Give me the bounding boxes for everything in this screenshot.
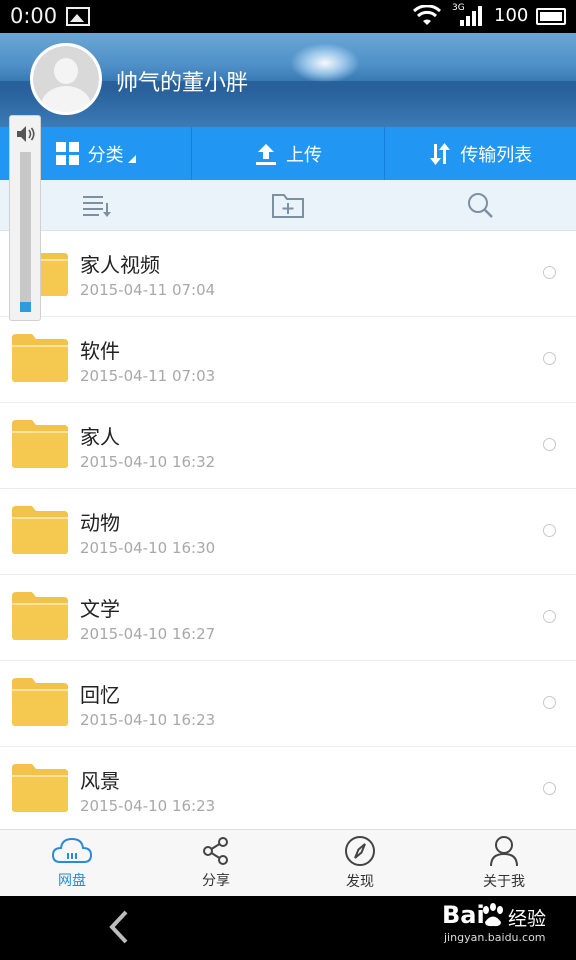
file-name: 家人 xyxy=(80,425,120,449)
select-radio[interactable] xyxy=(543,266,556,279)
select-radio[interactable] xyxy=(543,438,556,451)
list-item[interactable]: 动物 2015-04-10 16:30 xyxy=(0,489,576,575)
select-radio[interactable] xyxy=(543,524,556,537)
tab-label: 关于我 xyxy=(483,874,525,890)
tab-label: 分享 xyxy=(202,873,230,889)
folder-icon xyxy=(12,592,68,640)
file-name: 软件 xyxy=(80,339,120,363)
file-list: 家人视频 2015-04-11 07:04 软件 2015-04-11 07:0… xyxy=(0,231,576,831)
folder-icon xyxy=(12,764,68,812)
person-icon xyxy=(490,836,518,867)
file-toolbar xyxy=(0,180,576,231)
baidu-jingyan-watermark: Bai 经验 jingyan.baidu.com xyxy=(440,899,576,949)
file-name: 文学 xyxy=(80,597,120,621)
list-item[interactable]: 文学 2015-04-10 16:27 xyxy=(0,575,576,661)
file-date: 2015-04-10 16:32 xyxy=(80,453,216,471)
folder-icon xyxy=(12,506,68,554)
file-date: 2015-04-11 07:04 xyxy=(80,281,216,299)
watermark-url: jingyan.baidu.com xyxy=(444,931,546,944)
status-time: 0:00 xyxy=(10,4,58,28)
username: 帅气的董小胖 xyxy=(116,71,249,96)
share-icon xyxy=(203,837,228,865)
select-radio[interactable] xyxy=(543,696,556,709)
search-icon xyxy=(468,193,493,218)
wifi-icon xyxy=(412,5,442,25)
volume-slider[interactable] xyxy=(20,152,31,312)
select-radio[interactable] xyxy=(543,610,556,623)
sort-list-icon xyxy=(83,196,111,217)
image-notification-icon xyxy=(66,7,90,26)
transfer-list-label: 传输列表 xyxy=(460,144,533,166)
list-item[interactable]: 回忆 2015-04-10 16:23 xyxy=(0,661,576,747)
tab-label: 网盘 xyxy=(58,873,86,889)
search-button[interactable] xyxy=(384,180,576,230)
tab-netdisk[interactable]: 网盘 xyxy=(0,830,144,896)
list-item[interactable]: 家人视频 2015-04-11 07:04 xyxy=(0,231,576,317)
file-date: 2015-04-11 07:03 xyxy=(80,367,216,385)
folder-icon xyxy=(12,420,68,468)
bottom-tab-bar: 网盘 分享 发现 关于我 xyxy=(0,829,576,896)
transfer-list-button[interactable]: 传输列表 xyxy=(385,127,576,180)
category-label: 分类 xyxy=(87,144,124,166)
folder-icon xyxy=(12,678,68,726)
select-radio[interactable] xyxy=(543,782,556,795)
file-name: 风景 xyxy=(80,769,120,793)
dropdown-triangle-icon xyxy=(127,154,136,163)
battery-icon xyxy=(536,8,566,25)
list-item[interactable]: 软件 2015-04-11 07:03 xyxy=(0,317,576,403)
file-date: 2015-04-10 16:23 xyxy=(80,797,216,815)
compass-icon xyxy=(345,836,375,866)
tab-about-me[interactable]: 关于我 xyxy=(432,830,576,896)
new-folder-icon xyxy=(272,194,304,218)
action-bar: 分类 上传 传输列表 xyxy=(0,127,576,180)
upload-button[interactable]: 上传 xyxy=(192,127,385,180)
signal-icon xyxy=(460,6,482,26)
speaker-icon xyxy=(17,126,35,142)
cloud-icon xyxy=(52,837,92,863)
transfer-icon xyxy=(430,142,451,165)
volume-level xyxy=(20,302,31,312)
folder-icon xyxy=(12,334,68,382)
upload-label: 上传 xyxy=(285,144,322,166)
avatar[interactable] xyxy=(30,43,102,115)
file-date: 2015-04-10 16:23 xyxy=(80,711,216,729)
file-date: 2015-04-10 16:27 xyxy=(80,625,216,643)
tab-label: 发现 xyxy=(346,874,374,890)
file-name: 动物 xyxy=(80,511,120,535)
file-name: 家人视频 xyxy=(80,253,160,277)
tab-discover[interactable]: 发现 xyxy=(288,830,432,896)
volume-overlay xyxy=(9,115,41,321)
back-icon[interactable] xyxy=(104,909,134,945)
watermark-brand-cn: 经验 xyxy=(508,908,547,930)
list-item[interactable]: 家人 2015-04-10 16:32 xyxy=(0,403,576,489)
grid-icon xyxy=(55,141,79,165)
profile-header: 帅气的董小胖 xyxy=(0,33,576,127)
tab-share[interactable]: 分享 xyxy=(144,830,288,896)
file-date: 2015-04-10 16:30 xyxy=(80,539,216,557)
status-bar: 0:00 3G 100 xyxy=(0,0,576,33)
upload-icon xyxy=(255,143,276,165)
list-item[interactable]: 风景 2015-04-10 16:23 xyxy=(0,747,576,831)
file-name: 回忆 xyxy=(80,683,120,707)
new-folder-button[interactable] xyxy=(192,180,384,230)
paw-icon xyxy=(483,903,503,927)
battery-percent: 100 xyxy=(494,5,529,26)
watermark-brand: Bai xyxy=(442,901,485,929)
select-radio[interactable] xyxy=(543,352,556,365)
